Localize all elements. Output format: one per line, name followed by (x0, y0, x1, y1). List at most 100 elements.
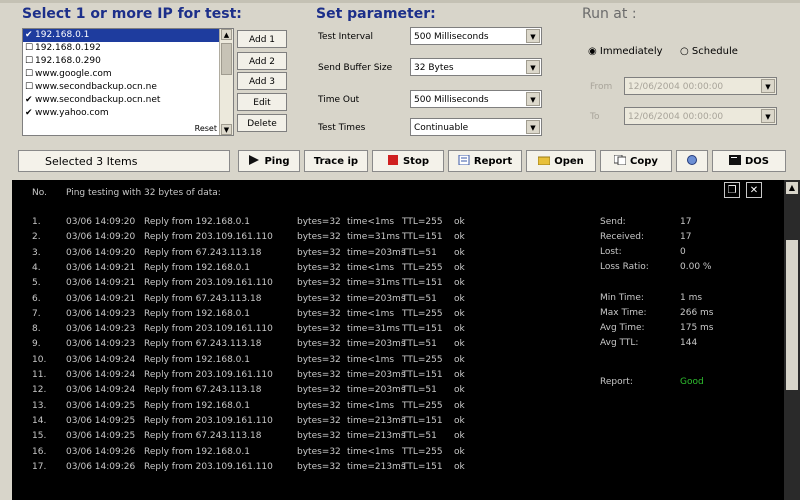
stat-value: 144 (680, 338, 698, 348)
ping-bytes: bytes=32 (297, 247, 341, 258)
ip-list[interactable]: ✔ 192.168.0.1 ☐ 192.168.0.192 ☐ 192.168.0.290… (22, 28, 234, 136)
ping-reply: Reply from 192.168.0.1 (144, 308, 250, 319)
add-1-button[interactable]: Add 1 (237, 30, 287, 48)
radio-selected-icon: ◉ (588, 46, 597, 57)
copy-label: Copy (630, 156, 658, 167)
ping-ttl: TTL=255 (402, 308, 443, 319)
checkbox-empty-icon[interactable]: ☐ (25, 42, 35, 55)
ping-no: 5. (32, 278, 41, 289)
open-button[interactable]: Open (526, 150, 596, 172)
ping-no: 13. (32, 400, 47, 411)
schedule-label: Schedule (691, 46, 738, 57)
checkbox-checked-icon[interactable]: ✔ (25, 94, 35, 107)
ping-res: ok (454, 400, 465, 411)
ip-list-item[interactable]: ✔ www.yahoo.com (23, 107, 233, 120)
copy-button[interactable]: Copy (600, 150, 672, 172)
report-icon (458, 152, 470, 166)
time-out-select[interactable]: 500 Milliseconds ▼ (410, 90, 542, 108)
ping-res: ok (454, 308, 465, 319)
ping-t: time=213ms (347, 431, 406, 442)
scroll-thumb[interactable] (221, 43, 232, 75)
ping-time: 03/06 14:09:24 (66, 385, 136, 396)
report-button[interactable]: Report (448, 150, 522, 172)
ip-address: 192.168.0.1 (35, 30, 90, 40)
ping-no: 3. (32, 247, 41, 258)
buffer-size-select[interactable]: 32 Bytes ▼ (410, 58, 542, 76)
selection-status: Selected 3 Items (18, 150, 230, 172)
ping-t: time=213ms (347, 415, 406, 426)
ping-button[interactable]: Ping (238, 150, 300, 172)
ping-ttl: TTL=151 (402, 415, 443, 426)
scroll-thumb[interactable] (786, 240, 798, 390)
ip-list-item[interactable]: ✔ www.secondbackup.ocn.net (23, 94, 233, 107)
ping-ttl: TTL=255 (402, 262, 443, 273)
chevron-down-icon[interactable]: ▼ (526, 92, 540, 106)
test-interval-select[interactable]: 500 Milliseconds ▼ (410, 27, 542, 45)
ping-res: ok (454, 217, 465, 227)
ping-t: time<1ms (347, 446, 395, 457)
scroll-down-icon[interactable]: ▼ (221, 124, 232, 135)
checkbox-checked-icon[interactable]: ✔ (25, 107, 35, 120)
ping-reply: Reply from 192.168.0.1 (144, 446, 250, 457)
chevron-down-icon[interactable]: ▼ (761, 79, 775, 93)
ping-reply: Reply from 192.168.0.1 (144, 354, 250, 365)
ping-bytes: bytes=32 (297, 385, 341, 396)
immediately-radio[interactable]: ◉ Immediately (588, 46, 663, 57)
console-scrollbar[interactable]: ▲ (784, 180, 800, 500)
ping-res: ok (454, 415, 465, 426)
ping-reply: Reply from 192.168.0.1 (144, 217, 250, 227)
chevron-down-icon[interactable]: ▼ (526, 29, 540, 43)
reset-link[interactable]: Reset (195, 124, 217, 133)
dos-label: DOS (744, 156, 769, 167)
add-3-button[interactable]: Add 3 (237, 72, 287, 90)
set-parameter-title: Set parameter: (316, 6, 436, 22)
ping-time: 03/06 14:09:25 (66, 415, 136, 426)
chevron-down-icon[interactable]: ▼ (761, 109, 775, 123)
ping-bytes: bytes=32 (297, 461, 341, 472)
ip-address: 192.168.0.192 (35, 43, 101, 53)
checkbox-checked-icon[interactable]: ✔ (25, 29, 35, 42)
ip-list-item[interactable]: ☐ www.google.com (23, 68, 233, 81)
ping-bytes: bytes=32 (297, 370, 341, 380)
ping-output-console[interactable]: No. Ping testing with 32 bytes of data: … (12, 180, 800, 500)
ping-bytes: bytes=32 (297, 308, 341, 319)
add-2-button[interactable]: Add 2 (237, 52, 287, 70)
ip-list-item[interactable]: ☐ 192.168.0.290 (23, 55, 233, 68)
trace-ip-button[interactable]: Trace ip (304, 150, 368, 172)
ping-t: time<1ms (347, 354, 395, 365)
ping-res: ok (454, 354, 465, 365)
checkbox-empty-icon[interactable]: ☐ (25, 68, 35, 81)
edit-button[interactable]: Edit (237, 93, 287, 111)
delete-button[interactable]: Delete (237, 114, 287, 132)
copy-icon (613, 152, 627, 166)
scroll-up-icon[interactable]: ▲ (786, 182, 798, 194)
schedule-radio[interactable]: ○ Schedule (680, 46, 738, 57)
test-times-select[interactable]: Continuable ▼ (410, 118, 542, 136)
chevron-down-icon[interactable]: ▼ (526, 120, 540, 134)
ping-no: 16. (32, 446, 47, 457)
chevron-down-icon[interactable]: ▼ (526, 60, 540, 74)
close-icon[interactable]: ✕ (746, 182, 762, 198)
ip-address: www.yahoo.com (35, 108, 109, 118)
restore-icon[interactable]: ❐ (724, 182, 740, 198)
network-button[interactable] (676, 150, 708, 172)
stat-label: Min Time: (600, 293, 644, 303)
ping-reply: Reply from 67.243.113.18 (144, 385, 262, 396)
ping-reply: Reply from 203.109.161.110 (144, 324, 273, 335)
ip-list-item[interactable]: ✔ 192.168.0.1 (23, 29, 233, 42)
report-label: Report (473, 156, 513, 167)
ip-list-item[interactable]: ☐ 192.168.0.192 (23, 42, 233, 55)
dos-button[interactable]: DOS (712, 150, 786, 172)
stop-button[interactable]: Stop (372, 150, 444, 172)
report-value: Good (680, 377, 704, 387)
checkbox-empty-icon[interactable]: ☐ (25, 55, 35, 68)
checkbox-empty-icon[interactable]: ☐ (25, 81, 35, 94)
ping-reply: Reply from 203.109.161.110 (144, 232, 273, 243)
ip-list-scrollbar[interactable]: ▲ ▼ (219, 29, 233, 135)
scroll-up-icon[interactable]: ▲ (221, 29, 232, 40)
ip-list-item[interactable]: ☐ www.secondbackup.ocn.ne (23, 81, 233, 94)
to-date-select[interactable]: 12/06/2004 00:00:00 ▼ (624, 107, 777, 125)
ping-time: 03/06 14:09:26 (66, 446, 136, 457)
from-date-select[interactable]: 12/06/2004 00:00:00 ▼ (624, 77, 777, 95)
ping-bytes: bytes=32 (297, 278, 341, 289)
